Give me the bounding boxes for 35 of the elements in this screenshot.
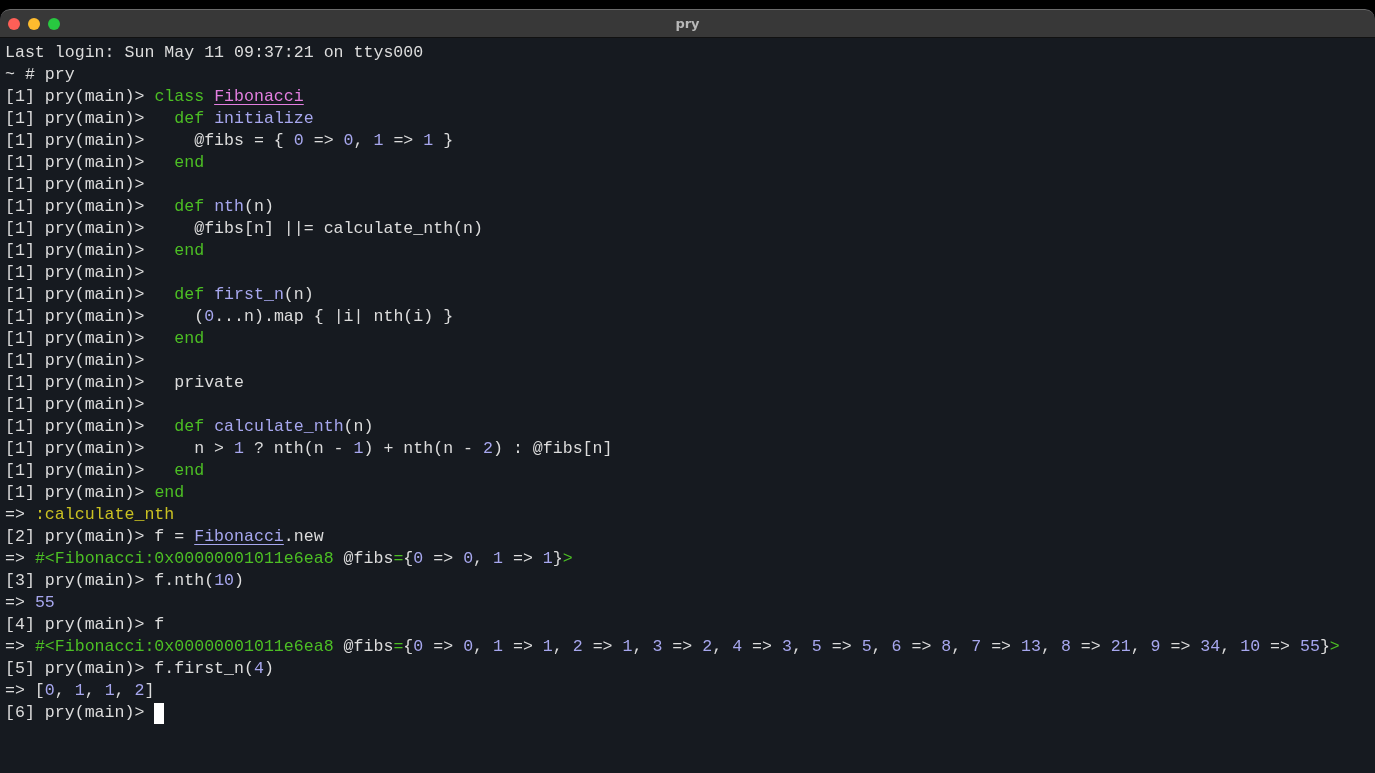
close-button[interactable] [8,17,20,30]
terminal-line: [1] pry(main)> end [5,482,185,504]
terminal-line: [1] pry(main)> [5,350,145,372]
terminal-line: [1] pry(main)> def calculate_nth(n) [5,416,374,438]
terminal-line: => #<Fibonacci:0x00000001011e6ea8 @fibs={0 => 0, 1 => 1, 2 => 1, 3 => 2, 4 => 3, 5 => 5, 6 => 8, 7 => 13, 8 => 21, 9 => 34, 10 => 55}> [5,636,1340,658]
terminal-line: [6] pry(main)> [5,702,146,724]
terminal-line: [1] pry(main)> end [5,460,205,482]
terminal-line: Last login: Sun May 11 09:37:21 on ttys000 [5,42,424,64]
terminal-line: [1] pry(main)> [5,174,145,196]
terminal-line: => :calculate_nth [5,504,175,526]
terminal-line: ~ # pry [5,64,75,86]
terminal-line: [2] pry(main)> f = Fibonacci.new [5,526,324,548]
terminal-line: [1] pry(main)> class Fibonacci [5,86,304,108]
minimize-button[interactable] [28,17,40,30]
terminal-line: [1] pry(main)> end [5,240,205,262]
window-title: pry [675,16,700,31]
terminal-line: => #<Fibonacci:0x00000001011e6ea8 @fibs={0 => 0, 1 => 1}> [5,548,573,570]
terminal-line: [4] pry(main)> f [5,614,165,636]
terminal-line: [1] pry(main)> def initialize [5,108,314,130]
terminal-line: [1] pry(main)> private [5,372,244,394]
terminal-line: => 55 [5,592,55,614]
terminal-line: [5] pry(main)> f.first_n(4) [5,658,274,680]
terminal-line: [1] pry(main)> end [5,152,205,174]
terminal-line: [3] pry(main)> f.nth(10) [5,570,244,592]
terminal-line: => [0, 1, 1, 2] [5,680,155,702]
terminal-line: [1] pry(main)> [5,394,145,416]
zoom-button[interactable] [48,17,60,30]
terminal-line: [1] pry(main)> (0...n).map { |i| nth(i) } [5,306,454,328]
terminal-line: [1] pry(main)> @fibs[n] ||= calculate_nth(n) [5,218,483,240]
terminal-line: [1] pry(main)> @fibs = { 0 => 0, 1 => 1 } [5,130,454,152]
terminal-line: [1] pry(main)> def nth(n) [5,196,274,218]
terminal-line: [1] pry(main)> end [5,328,205,350]
terminal-line: [1] pry(main)> n > 1 ? nth(n - 1) + nth(n - 2) : @fibs[n] [5,438,613,460]
terminal-line: [1] pry(main)> def first_n(n) [5,284,314,306]
terminal-line: [1] pry(main)> [5,262,145,284]
